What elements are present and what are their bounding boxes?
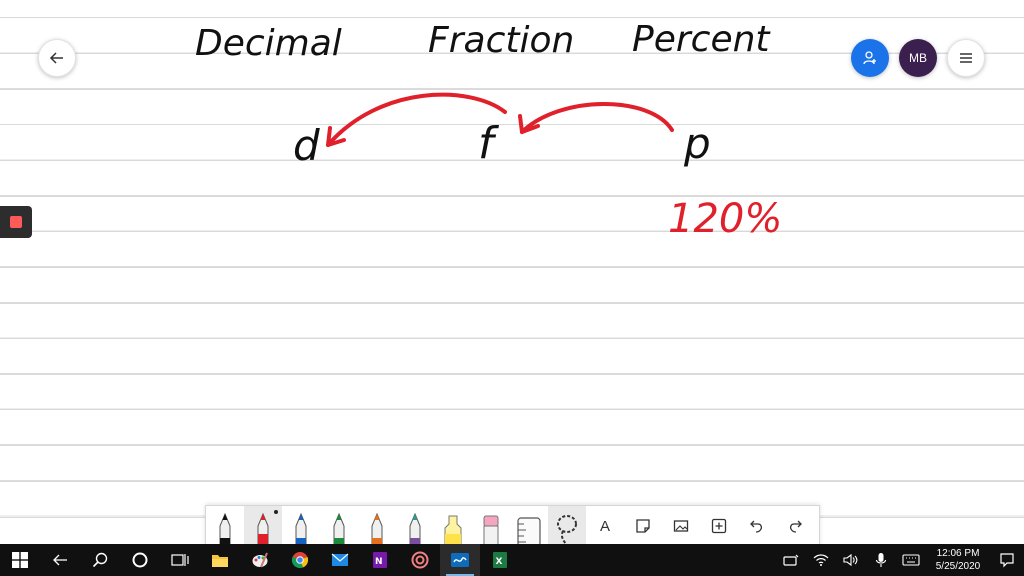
text-tool[interactable]: A	[586, 506, 624, 546]
add-content-tool[interactable]	[700, 506, 738, 546]
pen-black-icon	[219, 512, 231, 546]
record-stop-icon	[10, 216, 22, 228]
tray-volume-button[interactable]	[836, 544, 866, 576]
eraser-icon	[483, 515, 499, 546]
microphone-icon	[875, 553, 887, 567]
redo-icon	[789, 520, 802, 533]
tray-microphone-button[interactable]	[866, 544, 896, 576]
share-button[interactable]	[851, 39, 889, 77]
handwritten-letter-p: p	[683, 119, 711, 168]
search-button[interactable]	[80, 544, 120, 576]
highlighter-tool[interactable]	[434, 506, 472, 546]
insert-image-tool[interactable]	[662, 506, 700, 546]
taskbar-clock[interactable]: 12:06 PM 5/25/2020	[926, 547, 990, 573]
pen-blue-tool[interactable]	[282, 506, 320, 546]
user-avatar[interactable]: MB	[899, 39, 937, 77]
handwritten-fraction: Fraction	[428, 20, 574, 61]
handwritten-letter-f: f	[478, 118, 500, 169]
highlighter-icon	[444, 515, 462, 546]
tray-keyboard-button[interactable]	[896, 544, 926, 576]
pen-red-icon	[257, 512, 269, 546]
pen-black-tool[interactable]	[206, 506, 244, 546]
tray-wifi-button[interactable]	[806, 544, 836, 576]
cortana-button[interactable]	[120, 544, 160, 576]
taskbar-mail[interactable]	[320, 544, 360, 576]
arrow-p-to-f	[520, 102, 674, 134]
record-button[interactable]	[0, 206, 32, 238]
mail-icon	[331, 553, 349, 566]
excel-icon: X	[493, 552, 507, 568]
start-button[interactable]	[0, 544, 40, 576]
tablet-pen-icon	[783, 554, 799, 566]
clock-time: 12:06 PM	[936, 548, 980, 559]
hamburger-icon	[960, 53, 972, 63]
ink-layer: Decimal Fraction Percent d f p 120%	[195, 19, 782, 242]
arrow-left-icon	[53, 554, 67, 566]
taskbar-file-explorer[interactable]	[200, 544, 240, 576]
pen-orange-tool[interactable]	[358, 506, 396, 546]
search-icon	[92, 552, 108, 568]
lasso-tool[interactable]	[548, 506, 586, 546]
tray-pen-button[interactable]	[776, 544, 806, 576]
taskbar-excel[interactable]: X	[480, 544, 520, 576]
handwritten-percent: Percent	[632, 19, 771, 60]
onenote-icon: N	[373, 552, 387, 568]
taskbar-app-swirl[interactable]	[400, 544, 440, 576]
pen-orange-icon	[371, 512, 383, 546]
pen-red-tool[interactable]	[244, 506, 282, 546]
sticky-note-icon	[636, 519, 650, 533]
image-icon	[673, 520, 689, 532]
task-view-button[interactable]	[160, 544, 200, 576]
windows-logo-icon	[12, 552, 28, 568]
pen-green-tool[interactable]	[320, 506, 358, 546]
notification-icon	[1000, 553, 1014, 568]
eraser-tool[interactable]	[472, 506, 510, 546]
add-person-icon	[863, 51, 876, 65]
text-icon: A	[599, 517, 610, 535]
windows-taskbar: N X 12:06 PM 5/25/2020	[0, 544, 1024, 576]
pen-teal-icon	[409, 512, 421, 546]
taskbar-whiteboard[interactable]	[440, 544, 480, 576]
speaker-icon	[843, 553, 858, 567]
avatar-initials: MB	[909, 51, 927, 65]
ruler-icon	[517, 517, 541, 546]
arrow-left-icon	[49, 52, 63, 64]
selected-indicator	[274, 510, 278, 514]
svg-text:X: X	[496, 557, 503, 567]
undo-icon	[750, 520, 763, 533]
pen-green-icon	[333, 512, 345, 546]
whiteboard-canvas[interactable]: Decimal Fraction Percent d f p 120%	[0, 0, 1024, 544]
back-button[interactable]	[38, 39, 76, 77]
undo-button[interactable]	[738, 506, 776, 546]
wifi-icon	[813, 554, 829, 566]
keyboard-icon	[902, 554, 920, 566]
pen-teal-tool[interactable]	[396, 506, 434, 546]
paint-palette-icon	[252, 552, 268, 568]
cortana-circle-icon	[132, 552, 148, 568]
taskbar-back-button[interactable]	[40, 544, 80, 576]
menu-button[interactable]	[947, 39, 985, 77]
redo-button[interactable]	[776, 506, 814, 546]
svg-text:N: N	[375, 557, 383, 567]
taskbar-onenote[interactable]: N	[360, 544, 400, 576]
handwritten-letter-d: d	[293, 121, 320, 170]
drawing-toolbar: A	[205, 505, 820, 546]
ruler-tool[interactable]	[510, 506, 548, 546]
clock-date: 5/25/2020	[935, 561, 981, 572]
chrome-icon	[291, 552, 309, 569]
swirl-app-icon	[411, 551, 429, 569]
lasso-icon	[557, 515, 577, 546]
taskbar-chrome[interactable]	[280, 544, 320, 576]
handwritten-decimal: Decimal	[195, 23, 342, 64]
handwritten-120-percent: 120%	[668, 196, 782, 242]
task-view-icon	[171, 554, 189, 566]
add-icon	[711, 518, 727, 534]
pen-blue-icon	[295, 512, 307, 546]
system-tray: 12:06 PM 5/25/2020	[776, 544, 1024, 576]
action-center-button[interactable]	[990, 544, 1024, 576]
whiteboard-app-icon	[451, 553, 469, 567]
taskbar-paint-app[interactable]	[240, 544, 280, 576]
folder-icon	[212, 555, 228, 567]
sticky-note-tool[interactable]	[624, 506, 662, 546]
